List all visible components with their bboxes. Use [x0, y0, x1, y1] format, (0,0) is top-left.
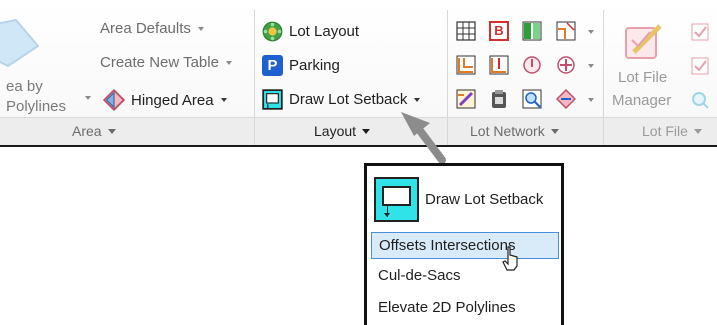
dropdown-header[interactable]: Draw Lot Setback: [374, 177, 543, 222]
mouse-cursor-icon: [502, 246, 518, 271]
dropdown-header-label: Draw Lot Setback: [425, 191, 544, 208]
draw-lot-setback-large-icon: [374, 177, 419, 222]
menu-item-cul-de-sacs[interactable]: Cul-de-Sacs: [371, 262, 559, 289]
menu-item-offsets-intersections[interactable]: Offsets Intersections: [371, 232, 559, 259]
menu-item-elevate-2d-polylines[interactable]: Elevate 2D Polylines: [371, 294, 559, 321]
draw-lot-setback-dropdown: Draw Lot Setback Offsets Intersections C…: [364, 163, 564, 325]
pointer-arrow-icon: [401, 112, 446, 164]
